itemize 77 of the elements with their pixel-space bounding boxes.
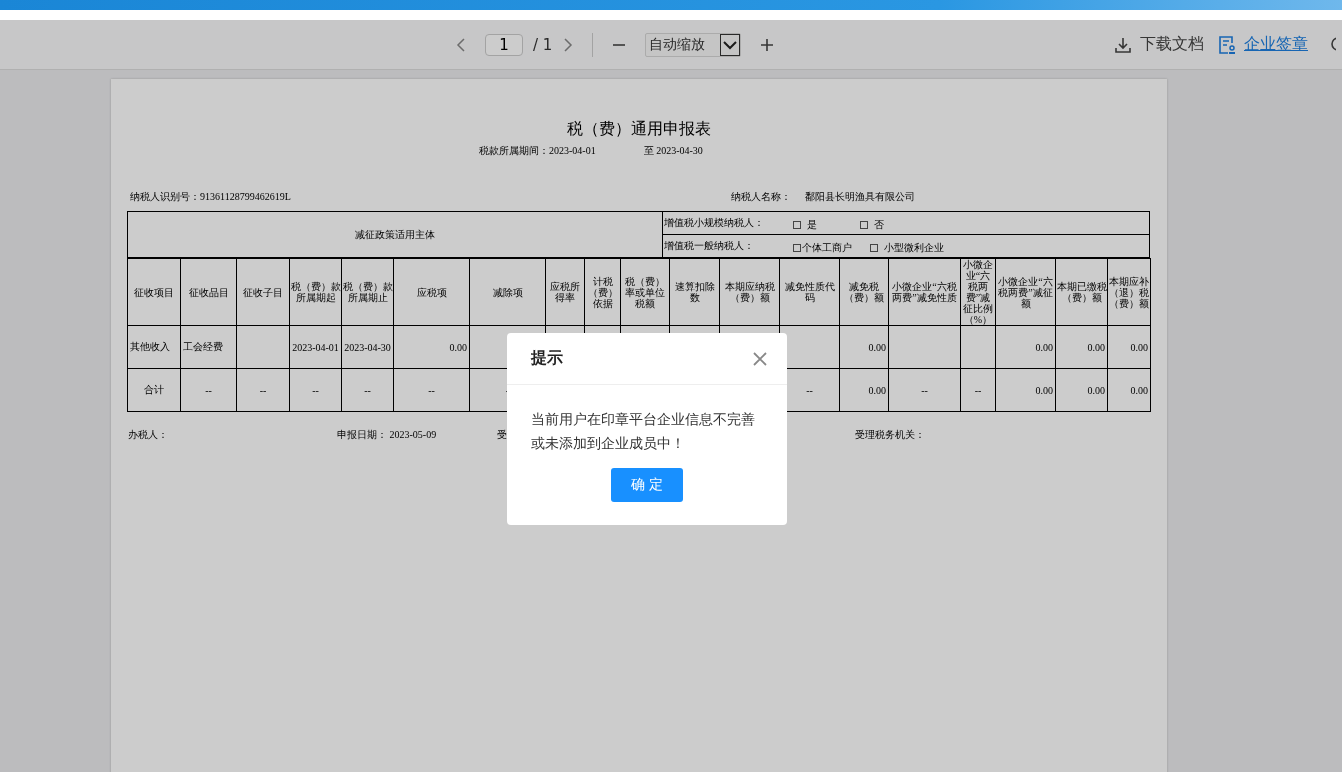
caret-icon — [720, 33, 741, 56]
period-end: 至 2023-04-30 — [643, 144, 703, 158]
download-icon — [1114, 35, 1132, 54]
taxpayer-name-label: 纳税人名称： — [730, 190, 791, 204]
dialog-title: 提示 — [531, 348, 563, 369]
table-cell: 0.00 — [1107, 325, 1151, 369]
chevron-left-icon[interactable] — [455, 36, 467, 53]
taxpayer-name: 鄱阳县长明渔具有限公司 — [804, 190, 915, 204]
footer-label: 受 — [497, 428, 507, 442]
close-icon[interactable] — [752, 350, 768, 367]
checkbox-label: 小型微利企业 — [884, 241, 944, 255]
column-header: 减免税（费）额 — [839, 258, 889, 326]
column-header: 本期应纳税（费）额 — [719, 258, 780, 326]
footer-label: 受理税务机关： — [855, 428, 925, 442]
table-cell — [960, 325, 996, 369]
checkbox-label: 否 — [874, 218, 884, 232]
table-cell: -- — [888, 368, 961, 412]
dialog-message: 当前用户在印章平台企业信息不完善或未添加到企业成员中！ — [531, 410, 756, 453]
page-count: / 1 — [533, 35, 553, 54]
table-cell: -- — [289, 368, 342, 412]
column-header: 应税所得率 — [545, 258, 585, 326]
table-cell: 0.00 — [1055, 325, 1108, 369]
table-cell: 其他收入 — [127, 325, 181, 369]
column-header: 本期已缴税（费）额 — [1055, 258, 1108, 326]
table-cell: 0.00 — [839, 368, 889, 412]
taxpayer-type-label: 增值税小规模纳税人： — [664, 216, 764, 230]
taxpayer-id: 纳税人识别号：91361128799462619L — [130, 190, 291, 204]
column-header: 小微企业“六税两费”减免性质 — [888, 258, 961, 326]
table-cell: -- — [180, 368, 237, 412]
period-start: 税款所属期间：2023-04-01 — [479, 144, 596, 158]
checkbox[interactable] — [793, 221, 801, 229]
table-cell: 0.00 — [839, 325, 889, 369]
column-header: 小微企业“六税两费”减征比例（%） — [960, 258, 996, 326]
table-cell: -- — [341, 368, 394, 412]
checkbox-label: 是 — [807, 218, 817, 232]
table-cell: 0.00 — [393, 325, 470, 369]
table-cell: -- — [393, 368, 470, 412]
table-cell: -- — [236, 368, 290, 412]
column-header: 小微企业“六税两费”减征额 — [995, 258, 1056, 326]
checkbox[interactable] — [860, 221, 868, 229]
table-cell: 合计 — [127, 368, 181, 412]
table-cell: 工会经费 — [180, 325, 237, 369]
checkbox[interactable] — [870, 244, 878, 252]
zoom-in-icon[interactable] — [759, 36, 776, 53]
column-header: 本期应补（退）税（费）额 — [1107, 258, 1151, 326]
checkbox-label: 个体工商户 — [802, 241, 852, 255]
table-cell — [236, 325, 290, 369]
table-cell: 0.00 — [995, 368, 1056, 412]
column-header: 减除项 — [469, 258, 546, 326]
column-header: 税（费）款所属期止 — [341, 258, 394, 326]
table-cell: -- — [960, 368, 996, 412]
column-header: 征收品目 — [180, 258, 237, 326]
column-header: 征收项目 — [127, 258, 181, 326]
column-header: 计税（费）依据 — [584, 258, 621, 326]
column-header: 税（费）率或单位税额 — [620, 258, 670, 326]
column-header: 税（费）款所属期起 — [289, 258, 342, 326]
download-button[interactable]: 下载文档 — [1114, 34, 1204, 55]
table-cell: 2023-04-01 — [289, 325, 342, 369]
column-header: 减免性质代码 — [779, 258, 840, 326]
document-title: 税（费）通用申报表 — [565, 119, 712, 139]
table-cell: 2023-04-30 — [341, 325, 394, 369]
column-header: 征收子目 — [236, 258, 290, 326]
taxpayer-type-label: 增值税一般纳税人： — [664, 239, 754, 253]
footer-label: 办税人： — [128, 428, 168, 442]
column-header: 应税项 — [393, 258, 470, 326]
chevron-right-icon[interactable] — [562, 36, 575, 53]
table-cell: 减征政策适用主体 — [127, 211, 663, 258]
table-cell: 0.00 — [1107, 368, 1151, 412]
column-header: 速算扣除数 — [669, 258, 720, 326]
table-cell: 0.00 — [995, 325, 1056, 369]
checkbox[interactable] — [793, 244, 801, 252]
zoom-select[interactable]: 自动缩放 — [645, 32, 742, 57]
page-number-field[interactable]: 1 — [485, 33, 523, 56]
document-seal-icon — [1218, 34, 1236, 55]
sign-link[interactable]: 企业签章 — [1218, 34, 1308, 55]
footer-label: 申报日期： 2023-05-09 — [337, 428, 437, 442]
table-cell: 0.00 — [1055, 368, 1108, 412]
